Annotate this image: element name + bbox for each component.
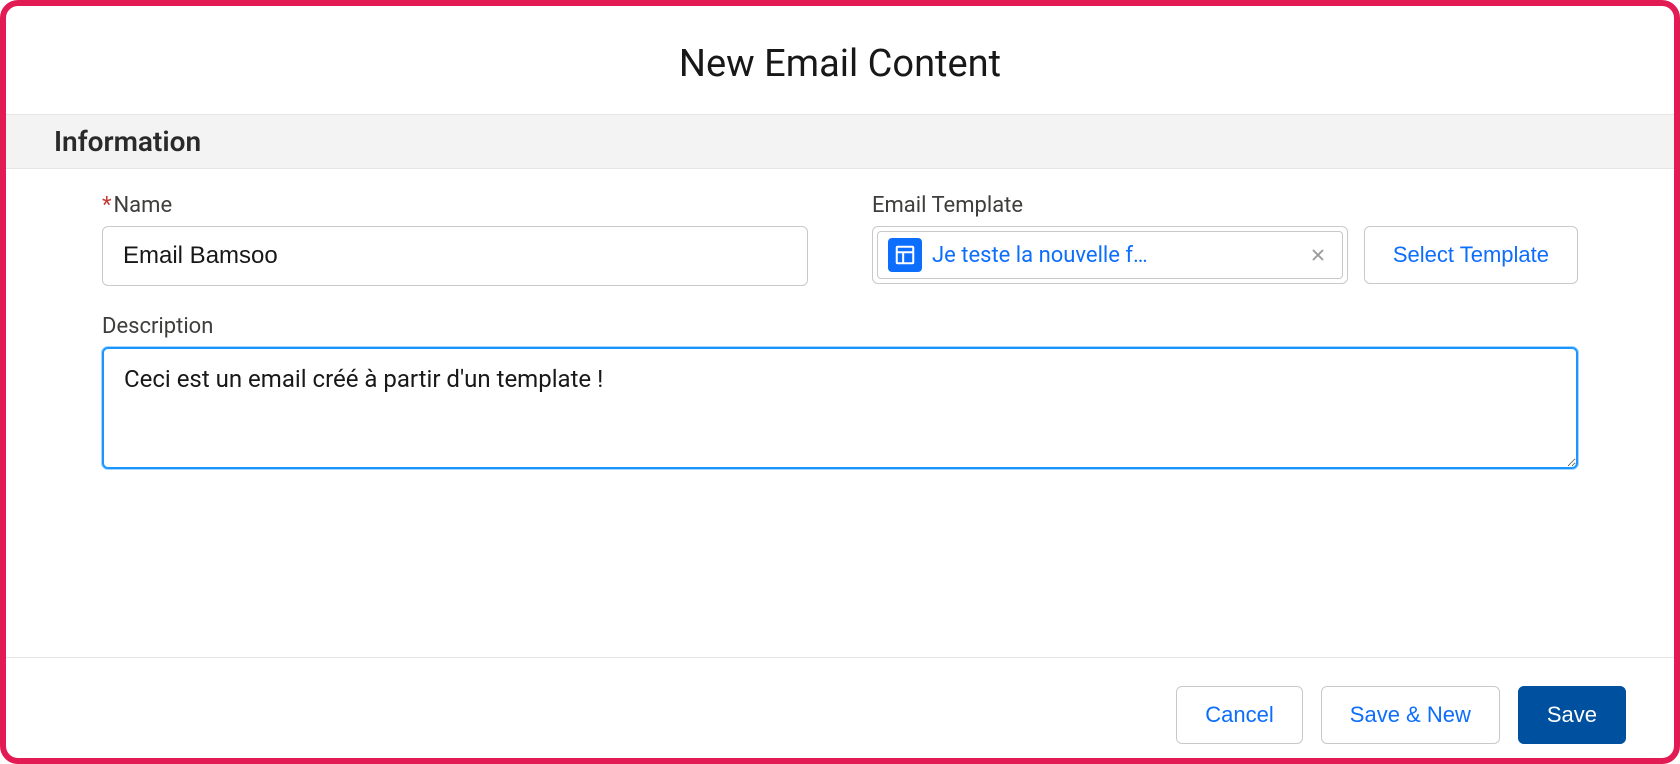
save-button[interactable]: Save: [1518, 686, 1626, 744]
template-pill-container[interactable]: Je teste la nouvelle f…: [872, 226, 1348, 284]
required-indicator: *: [102, 193, 111, 218]
email-template-label: Email Template: [872, 193, 1578, 218]
description-field: Description: [102, 314, 1578, 473]
select-template-button[interactable]: Select Template: [1364, 226, 1578, 284]
name-input[interactable]: [102, 226, 808, 286]
form-row-top: *Name Email Template: [102, 193, 1578, 286]
email-template-row: Je teste la nouvelle f… Select Template: [872, 226, 1578, 284]
template-pill-remove[interactable]: [1304, 241, 1332, 269]
new-email-content-modal: New Email Content Information *Name Emai…: [0, 0, 1680, 764]
template-icon: [888, 238, 922, 272]
name-field: *Name: [102, 193, 808, 286]
description-label: Description: [102, 314, 1578, 339]
save-and-new-button[interactable]: Save & New: [1321, 686, 1500, 744]
cancel-button[interactable]: Cancel: [1176, 686, 1302, 744]
section-header-information: Information: [6, 114, 1674, 169]
template-pill-text: Je teste la nouvelle f…: [932, 243, 1294, 268]
name-label: *Name: [102, 193, 808, 218]
name-label-text: Name: [113, 193, 172, 218]
template-pill: Je teste la nouvelle f…: [877, 231, 1343, 279]
email-template-field: Email Template Je teste la nouve: [872, 193, 1578, 286]
modal-footer: Cancel Save & New Save: [6, 657, 1674, 758]
form-area: *Name Email Template: [6, 169, 1674, 657]
modal-title: New Email Content: [6, 6, 1674, 114]
description-input[interactable]: [102, 347, 1578, 469]
